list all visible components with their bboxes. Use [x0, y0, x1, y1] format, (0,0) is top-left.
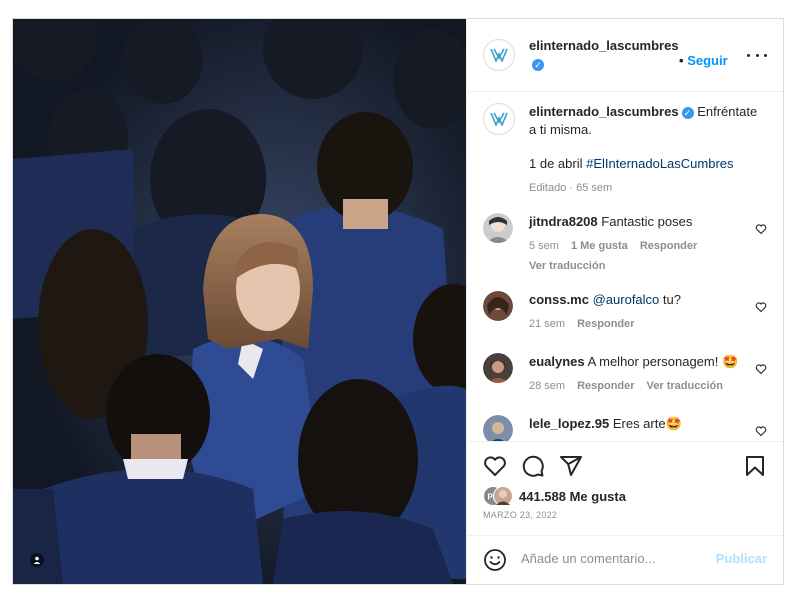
comments-list[interactable]: elinternado_lascumbres ✓ Enfréntate a ti … [467, 91, 783, 441]
caption-line2: 1 de abril #ElInternadoLasCumbres [529, 155, 767, 173]
post-actions: PR 441.588 Me gusta MARZO 23, 2022 [467, 441, 783, 538]
likes-row: PR 441.588 Me gusta [483, 486, 626, 506]
reply-button[interactable]: Responder [577, 380, 634, 392]
caption-avatar[interactable] [483, 103, 515, 135]
tagged-user-icon[interactable] [30, 553, 44, 567]
comment-body: lele_lopez.95 Eres arte🤩 [529, 415, 743, 433]
caption-meta: Editado · 65 sem [529, 182, 613, 194]
follow-block: • Seguir [679, 53, 728, 68]
comment-heart-icon[interactable] [755, 301, 767, 313]
post-header: elinternado_lascumbres ✓ • Seguir [467, 19, 783, 92]
publish-button[interactable]: Publicar [716, 551, 767, 566]
verified-badge-icon: ✓ [681, 106, 694, 119]
separator-dot: • [679, 53, 684, 68]
likes-count[interactable]: 441.588 Me gusta [519, 489, 626, 504]
comment-input[interactable] [519, 550, 703, 567]
comment-username[interactable]: conss.mc [529, 292, 589, 307]
follow-button[interactable]: Seguir [687, 53, 727, 68]
commenter-avatar[interactable] [483, 353, 513, 383]
emoji-icon[interactable] [483, 548, 507, 572]
translate-link[interactable]: Ver traducción [529, 257, 743, 275]
comment-body: eualynes A melhor personagem! 🤩 28 sem Re… [529, 353, 743, 395]
header-username-block: elinternado_lascumbres ✓ [529, 37, 679, 73]
comment-time[interactable]: 28 sem [529, 380, 565, 392]
comment-heart-icon[interactable] [755, 223, 767, 235]
caption-text-block: elinternado_lascumbres ✓ Enfréntate a ti … [529, 103, 767, 197]
caption-hashtag[interactable]: #ElInternadoLasCumbres [586, 156, 733, 171]
commenter-avatar[interactable] [483, 291, 513, 321]
comment-meta: 21 sem Responder [529, 315, 743, 333]
school-logo-icon [490, 48, 508, 62]
send-icon[interactable] [559, 454, 583, 478]
translate-link[interactable]: Ver traducción [647, 380, 723, 392]
comment-time[interactable]: 21 sem [529, 318, 565, 330]
heart-icon[interactable] [483, 454, 507, 478]
commenter-avatar[interactable] [483, 415, 513, 441]
reply-button[interactable]: Responder [640, 240, 697, 252]
comment-likes[interactable]: 1 Me gusta [571, 240, 628, 252]
comment-meta: 5 sem 1 Me gusta Responder [529, 237, 743, 255]
comment-username[interactable]: jitndra8208 [529, 214, 598, 229]
comment-meta: 28 sem Responder Ver traducción [529, 377, 743, 395]
comment-body: conss.mc @aurofalco tu? 21 sem Responder [529, 291, 743, 333]
comment-icon[interactable] [521, 454, 545, 478]
comment-composer: Publicar [467, 535, 783, 584]
comment-item: eualynes A melhor personagem! 🤩 28 sem Re… [483, 353, 767, 403]
school-logo-icon [490, 112, 508, 126]
post-photo[interactable] [13, 19, 466, 584]
comment-text: Eres arte🤩 [612, 416, 682, 431]
comment-username[interactable]: lele_lopez.95 [529, 416, 609, 431]
reply-button[interactable]: Responder [577, 318, 634, 330]
comment-text: tu? [659, 292, 681, 307]
caption: elinternado_lascumbres ✓ Enfréntate a ti … [483, 103, 767, 213]
comment-item: conss.mc @aurofalco tu? 21 sem Responder [483, 291, 767, 341]
comment-text: A melhor personagem! 🤩 [587, 354, 739, 369]
comment-heart-icon[interactable] [755, 425, 767, 437]
comment-text: Fantastic poses [601, 214, 693, 229]
comment-time[interactable]: 5 sem [529, 240, 559, 252]
comment-mention[interactable]: @aurofalco [593, 292, 660, 307]
account-avatar[interactable] [483, 39, 515, 71]
verified-badge-icon: ✓ [532, 58, 544, 71]
post-image [13, 19, 466, 584]
liked-by-avatars[interactable]: PR [483, 486, 513, 506]
header-username[interactable]: elinternado_lascumbres [529, 38, 679, 53]
comment-heart-icon[interactable] [755, 363, 767, 375]
comment-username[interactable]: eualynes [529, 354, 585, 369]
comment-body: jitndra8208 Fantastic poses 5 sem 1 Me gu… [529, 213, 743, 275]
comment-item: jitndra8208 Fantastic poses 5 sem 1 Me gu… [483, 213, 767, 273]
bookmark-icon[interactable] [743, 454, 767, 478]
post-date[interactable]: MARZO 23, 2022 [483, 510, 557, 520]
commenter-avatar[interactable] [483, 213, 513, 243]
liker-avatar [493, 486, 513, 506]
instagram-post: elinternado_lascumbres✓ • Seguir elinter… [12, 18, 784, 585]
comment-item: lele_lopez.95 Eres arte🤩 [483, 415, 767, 441]
more-horizontal-icon[interactable] [747, 45, 767, 65]
caption-date-text: 1 de abril [529, 156, 587, 171]
post-side-panel: elinternado_lascumbres✓ • Seguir elinter… [466, 19, 783, 584]
caption-username[interactable]: elinternado_lascumbres [529, 104, 679, 119]
